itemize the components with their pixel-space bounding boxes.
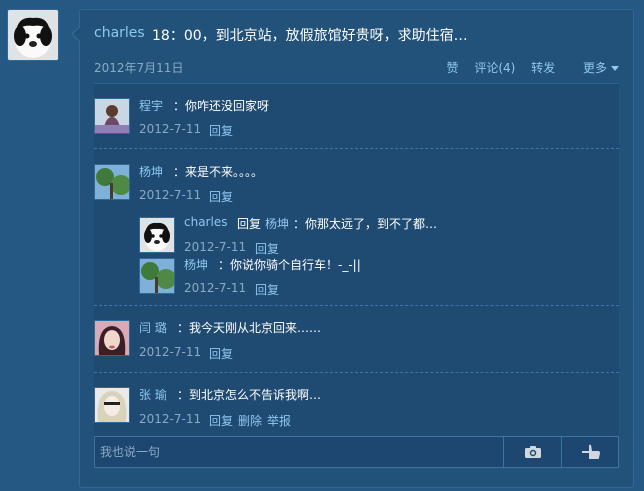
pink-avatar-icon[interactable] bbox=[94, 320, 130, 356]
reply-input-bar bbox=[94, 436, 619, 468]
report-button[interactable]: 举报 bbox=[267, 412, 291, 429]
comment-date: 2012-7-11 bbox=[139, 122, 202, 136]
card-arrow-inner bbox=[73, 27, 80, 41]
thumb-hand-icon bbox=[581, 444, 600, 459]
comment-text: ：你咋还没回家呀 bbox=[173, 99, 270, 113]
reply-button[interactable]: 回复 bbox=[209, 122, 233, 139]
divider bbox=[94, 148, 619, 149]
dog-avatar-icon[interactable] bbox=[139, 217, 175, 253]
reply-input[interactable] bbox=[95, 437, 525, 467]
divider bbox=[94, 305, 619, 306]
tree-avatar-icon[interactable] bbox=[94, 164, 130, 200]
post-actions: 赞 评论(4) 转发 更多 bbox=[434, 59, 619, 76]
reply-text: ：你那太远了，到不了都… bbox=[293, 217, 438, 231]
reply-button[interactable]: 回复 bbox=[209, 188, 233, 205]
reply-author[interactable]: 杨坤 bbox=[184, 256, 208, 273]
post-author-name[interactable]: charles bbox=[94, 25, 145, 41]
comment-author[interactable]: 程宇 bbox=[139, 97, 163, 114]
reply-to-author[interactable]: 杨坤 bbox=[265, 215, 289, 232]
comment-author[interactable]: 张 瑜 bbox=[139, 386, 167, 403]
comment-list: 程宇 ：你咋还没回家呀 2012-7-11 回复 杨坤 ：来是不来。。。。 20… bbox=[94, 83, 619, 439]
reply-word: 回复 bbox=[237, 217, 262, 231]
comment-author[interactable]: 杨坤 bbox=[139, 163, 163, 180]
reply-date: 2012-7-11 bbox=[184, 281, 247, 295]
divider bbox=[94, 372, 619, 373]
comment-date: 2012-7-11 bbox=[139, 412, 202, 426]
camera-button[interactable] bbox=[503, 437, 561, 467]
post-date[interactable]: 2012年7月11日 bbox=[94, 59, 183, 76]
comment-date: 2012-7-11 bbox=[139, 188, 202, 202]
reply-author[interactable]: charles bbox=[184, 215, 227, 229]
chevron-down-icon bbox=[611, 66, 619, 71]
comment-button[interactable]: 评论(4) bbox=[474, 61, 515, 75]
girl-avatar-icon[interactable] bbox=[94, 98, 130, 134]
more-button[interactable]: 更多 bbox=[571, 61, 619, 75]
repost-button[interactable]: 转发 bbox=[531, 61, 555, 75]
reply-button[interactable]: 回复 bbox=[255, 281, 279, 298]
reply-date: 2012-7-11 bbox=[184, 240, 247, 254]
reply-button[interactable]: 回复 bbox=[209, 412, 233, 429]
comment-author[interactable]: 闫 璐 bbox=[139, 319, 167, 336]
reply-text: ：你说你骑个自行车！-_-|| bbox=[218, 258, 361, 272]
feed-card: charles 18：00，到北京站，放假旅馆好贵呀，求助住宿… 2012年7月… bbox=[79, 9, 634, 488]
tree-avatar-icon[interactable] bbox=[139, 258, 175, 294]
comment-date: 2012-7-11 bbox=[139, 345, 202, 359]
send-button[interactable] bbox=[561, 437, 619, 467]
reply-button[interactable]: 回复 bbox=[255, 240, 279, 257]
delete-button[interactable]: 删除 bbox=[238, 412, 262, 429]
more-label: 更多 bbox=[582, 61, 607, 75]
camera-icon bbox=[524, 446, 541, 458]
reply-button[interactable]: 回复 bbox=[209, 345, 233, 362]
post-text: 18：00，到北京站，放假旅馆好贵呀，求助住宿… bbox=[152, 28, 468, 44]
comment-text: ：到北京怎么不告诉我啊… bbox=[177, 388, 322, 402]
like-button[interactable]: 赞 bbox=[446, 61, 458, 75]
blonde-avatar-icon[interactable] bbox=[94, 387, 130, 423]
comment-text: ：我今天刚从北京回来…… bbox=[177, 321, 322, 335]
comment-text: ：来是不来。。。。 bbox=[173, 165, 264, 179]
post-author-avatar[interactable] bbox=[7, 9, 59, 61]
